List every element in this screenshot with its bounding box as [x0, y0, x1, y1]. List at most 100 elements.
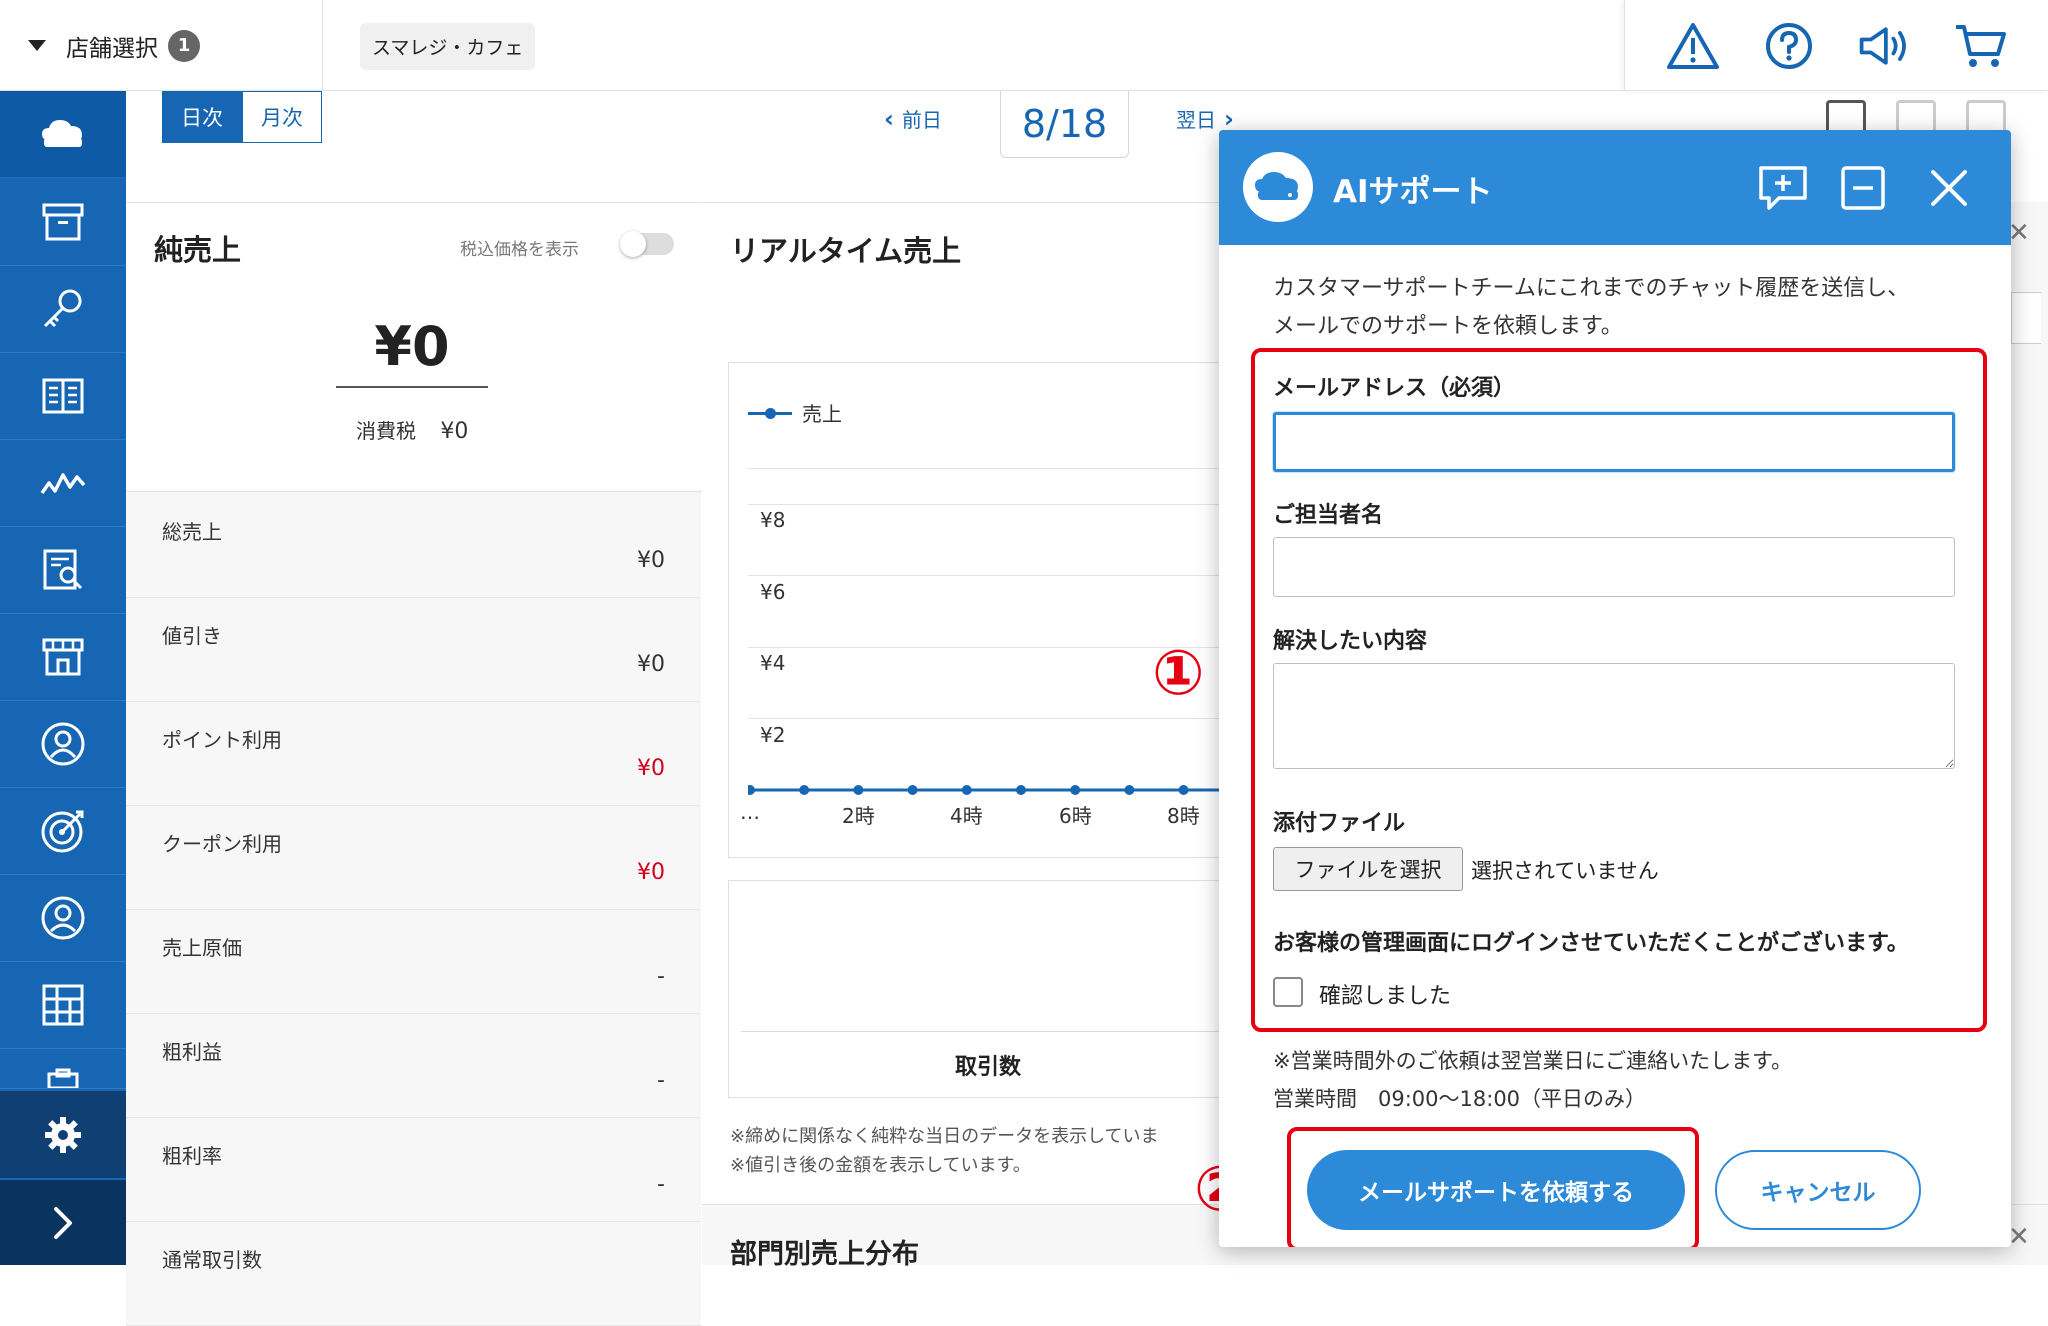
sales-row-value: ¥0: [637, 652, 665, 677]
login-notice: お客様の管理画面にログインさせていただくことがございます。: [1273, 931, 1909, 956]
sales-row-value: ¥0: [637, 756, 665, 781]
note-text: ※値引き後の金額を表示しています。: [730, 1155, 1031, 1176]
announcement-icon[interactable]: [1856, 18, 1912, 74]
sales-row: 通常取引数: [126, 1222, 701, 1326]
expand-sidebar-button[interactable]: [0, 1180, 126, 1265]
y-tick-label: ¥2: [760, 723, 786, 747]
analytics-icon[interactable]: [0, 440, 126, 527]
sales-row-label: 通常取引数: [162, 1248, 262, 1272]
modal-title: AIサポート: [1333, 174, 1493, 210]
tax-value: ¥0: [440, 419, 469, 444]
intro-line: メールでのサポートを依頼します。: [1273, 314, 1623, 339]
confirm-label[interactable]: 確認しました: [1319, 978, 1451, 1010]
ai-logo-icon: [1243, 152, 1313, 222]
sales-row: 粗利率 -: [126, 1118, 701, 1222]
close-icon[interactable]: ✕: [2008, 218, 2030, 248]
settings-button[interactable]: [0, 1091, 126, 1178]
clipboard-icon[interactable]: [0, 1049, 126, 1089]
dashboard-icon[interactable]: [0, 91, 126, 178]
tax-line: 消費税 ¥0: [356, 415, 468, 444]
sales-row: 粗利益 -: [126, 1014, 701, 1118]
transaction-count-label: 取引数: [955, 1055, 1022, 1080]
grid-line: [748, 504, 1248, 505]
top-icon-group: [1624, 0, 2048, 91]
sales-summary-panel: 純売上 税込価格を表示 ¥0 消費税 ¥0 総売上 ¥0 値引き ¥0 ポイント利用…: [126, 202, 701, 1326]
new-chat-icon[interactable]: [1755, 160, 1811, 216]
customer-icon[interactable]: [0, 701, 126, 788]
tax-toggle-label: 税込価格を表示: [460, 240, 579, 260]
attachment-label: 添付ファイル: [1273, 811, 1406, 836]
store-count-badge: 1: [168, 29, 200, 62]
modal-header: AIサポート: [1219, 130, 2011, 245]
contact-name-field[interactable]: [1273, 537, 1955, 597]
next-day-link[interactable]: 翌日 ›: [1176, 104, 1234, 133]
store-select-label: 店舗選択: [66, 35, 158, 62]
sales-row-value: -: [657, 964, 665, 989]
key-icon[interactable]: [0, 266, 126, 353]
cancel-button[interactable]: キャンセル: [1715, 1150, 1921, 1230]
prev-day-label: 前日: [901, 108, 942, 132]
data-point: [799, 785, 810, 795]
net-sales-amount: ¥0: [336, 315, 488, 388]
sales-row-label: 売上原価: [162, 936, 242, 960]
chart-series-line: [748, 785, 1228, 795]
sales-row-value: -: [657, 1068, 665, 1093]
gear-icon: [45, 1116, 81, 1153]
tab-daily[interactable]: 日次: [162, 91, 242, 143]
chevron-right-icon: ›: [1224, 105, 1234, 133]
sales-row: 値引き ¥0: [126, 598, 701, 702]
data-point: [1016, 785, 1026, 795]
caret-down-icon: [28, 40, 46, 51]
grid-line: [748, 575, 1248, 576]
target-icon[interactable]: [0, 788, 126, 875]
sales-row-label: ポイント利用: [162, 728, 282, 752]
department-sales-title: 部門別売上分布: [730, 1239, 919, 1270]
prev-day-link[interactable]: ‹ 前日: [884, 104, 942, 133]
warning-icon[interactable]: [1665, 18, 1721, 74]
choose-file-button[interactable]: ファイルを選択: [1273, 847, 1463, 891]
store-name-chip: スマレジ・カフェ: [360, 23, 536, 70]
archive-icon[interactable]: [0, 179, 126, 266]
report-icon[interactable]: [0, 527, 126, 614]
store-icon[interactable]: [0, 614, 126, 701]
tab-monthly[interactable]: 月次: [242, 91, 322, 143]
note-text: ※締めに関係なく純粋な当日のデータを表示していま: [730, 1126, 1159, 1147]
sales-row: 売上原価 -: [126, 910, 701, 1014]
y-tick-label: ¥8: [760, 508, 786, 532]
after-hours-note: ※営業時間外のご依頼は翌営業日にご連絡いたします。: [1273, 1049, 1793, 1073]
apps-icon[interactable]: [0, 962, 126, 1049]
x-tick-label: 6時: [1059, 804, 1092, 828]
grid-line: [748, 468, 1248, 469]
help-icon[interactable]: [1761, 18, 1817, 74]
data-point: [907, 785, 918, 795]
sales-row-label: 値引き: [162, 624, 222, 648]
cart-icon[interactable]: [1952, 18, 2008, 74]
divider: [741, 1031, 1247, 1032]
minimize-icon[interactable]: [1835, 160, 1891, 216]
net-sales-card: 純売上 税込価格を表示 ¥0 消費税 ¥0: [126, 202, 701, 492]
current-date[interactable]: 8/18: [1000, 91, 1129, 158]
request-email-support-button[interactable]: メールサポートを依頼する: [1307, 1150, 1685, 1230]
issue-textarea[interactable]: [1273, 663, 1955, 769]
top-bar: 店舗選択 1 スマレジ・カフェ: [0, 0, 2048, 91]
net-sales-title: 純売上: [154, 233, 242, 267]
chevron-left-icon: ‹: [884, 105, 894, 133]
member-icon[interactable]: [0, 875, 126, 962]
confirm-checkbox[interactable]: [1273, 977, 1303, 1007]
intro-line: カスタマーサポートチームにこれまでのチャット履歴を送信し、: [1273, 276, 1910, 301]
email-label: メールアドレス（必須）: [1273, 376, 1516, 401]
x-tick-label: …: [740, 800, 760, 824]
close-icon[interactable]: ✕: [2008, 1222, 2030, 1252]
data-point: [853, 785, 864, 795]
tax-toggle-switch[interactable]: [620, 231, 674, 257]
sales-row-value: -: [657, 1172, 665, 1197]
store-select-dropdown[interactable]: 店舗選択 1: [0, 0, 323, 91]
modal-intro: カスタマーサポートチームにこれまでのチャット履歴を送信し、 メールでのサポートを…: [1273, 270, 1973, 346]
chart-legend: 売上: [748, 398, 842, 427]
grid-line: [748, 718, 1248, 719]
ledger-icon[interactable]: [0, 353, 126, 440]
close-icon[interactable]: [1921, 160, 1977, 216]
x-tick-label: 4時: [950, 804, 983, 828]
background-input: [2011, 292, 2041, 344]
email-field[interactable]: [1273, 412, 1955, 472]
